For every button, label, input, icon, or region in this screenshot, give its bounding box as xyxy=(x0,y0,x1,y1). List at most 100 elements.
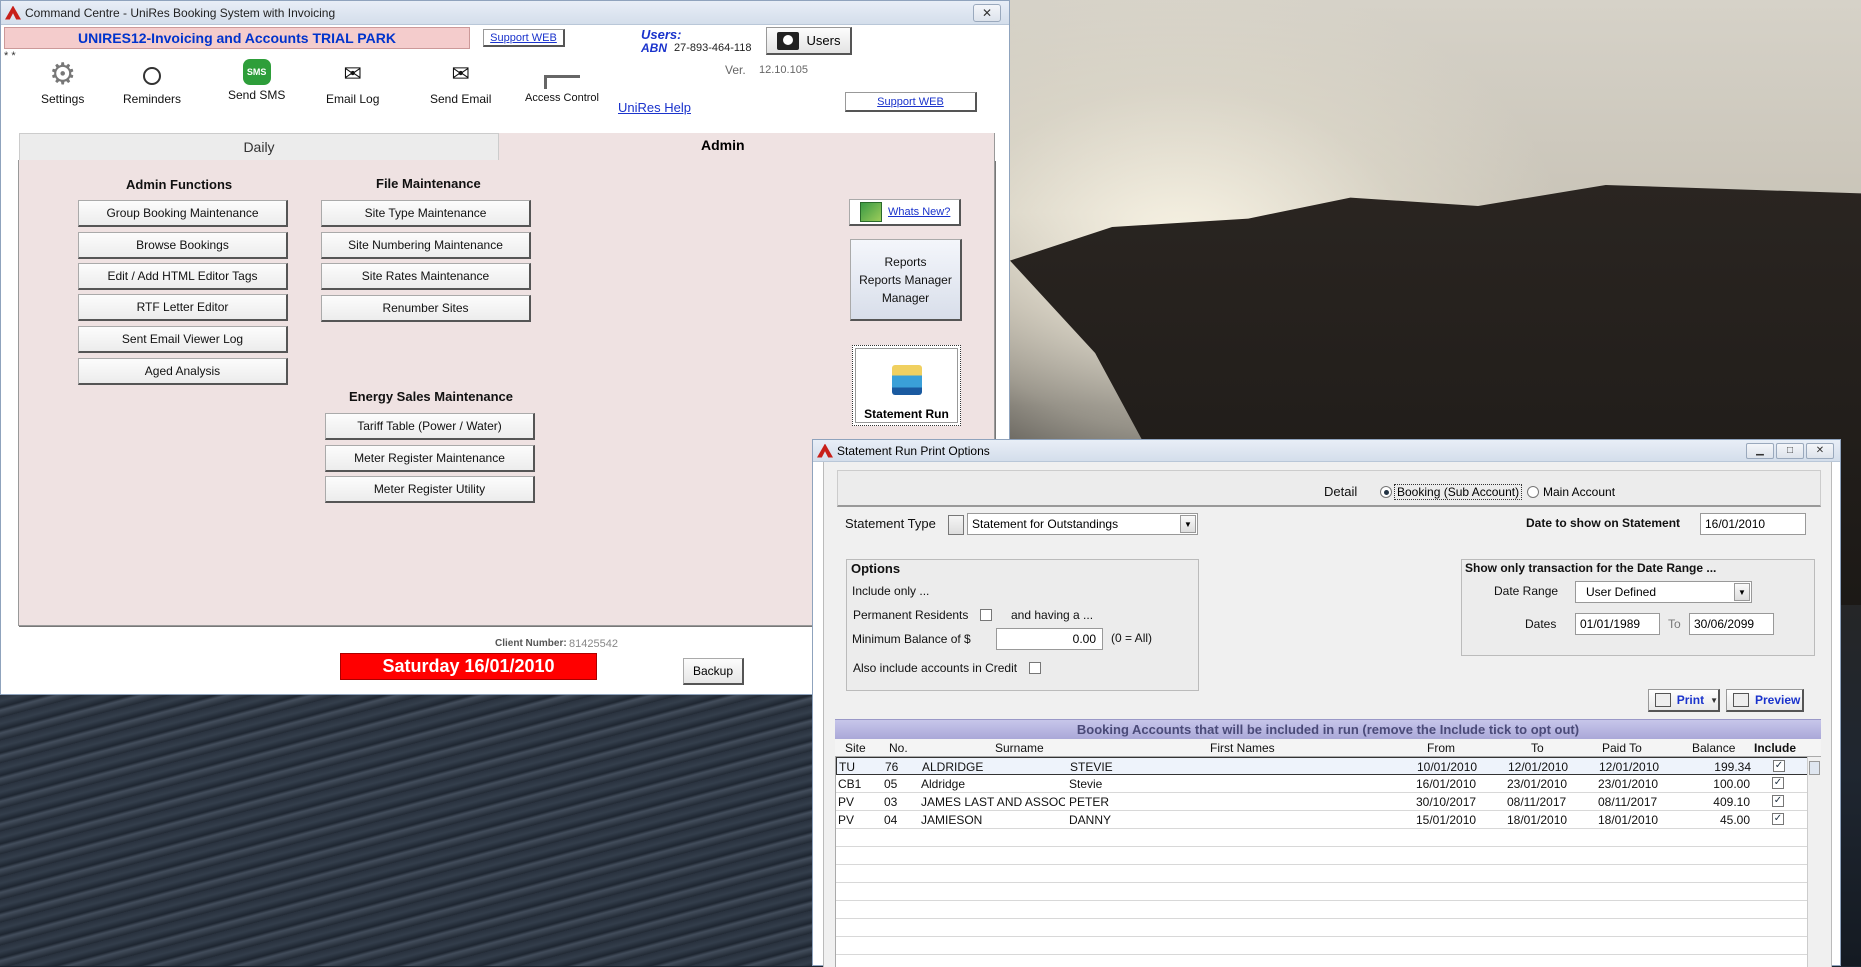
printer-icon xyxy=(1655,693,1671,707)
maximize-icon[interactable]: □ xyxy=(1776,442,1804,459)
site-rates-maintenance-button[interactable]: Site Rates Maintenance xyxy=(321,263,531,290)
minimize-icon[interactable]: ▁ xyxy=(1746,442,1774,459)
column-header-no[interactable]: No. xyxy=(889,741,908,755)
grid-scrollbar[interactable] xyxy=(1807,757,1821,967)
date-from-input[interactable]: 01/01/1989 xyxy=(1575,613,1660,635)
table-row[interactable]: CB1 05 Aldridge Stevie 16/01/2010 23/01/… xyxy=(836,775,1812,793)
column-header-paid-to[interactable]: Paid To xyxy=(1602,741,1642,755)
site-type-maintenance-button[interactable]: Site Type Maintenance xyxy=(321,200,531,227)
date-to-input[interactable]: 30/06/2099 xyxy=(1689,613,1774,635)
cell-surname: JAMIESON xyxy=(921,813,983,827)
permanent-residents-checkbox[interactable] xyxy=(980,609,992,621)
cell-no: 76 xyxy=(885,760,899,774)
print-button[interactable]: Print ▼ xyxy=(1648,689,1720,712)
whats-new-label: Whats New? xyxy=(888,206,951,218)
cell-paid-to: 12/01/2010 xyxy=(1599,760,1660,774)
statement-type-value: Statement for Outstandings xyxy=(972,517,1119,531)
scrollbar-thumb[interactable] xyxy=(1809,761,1820,775)
toolbar-email-log[interactable]: ✉ Email Log xyxy=(326,59,379,106)
preview-button[interactable]: Preview xyxy=(1726,689,1804,712)
column-header-surname[interactable]: Surname xyxy=(995,741,1044,755)
tariff-table-button[interactable]: Tariff Table (Power / Water) xyxy=(325,413,535,440)
users-button[interactable]: Users xyxy=(766,27,852,55)
column-header-from[interactable]: From xyxy=(1427,741,1455,755)
cell-balance: 409.10 xyxy=(1713,795,1750,809)
include-checkbox[interactable]: ✓ xyxy=(1772,777,1784,789)
detail-main-account-label[interactable]: Main Account xyxy=(1543,485,1615,499)
column-header-include[interactable]: Include xyxy=(1754,741,1796,755)
print-label: Print xyxy=(1676,693,1705,707)
table-row[interactable]: PV 03 JAMES LAST AND ASSOCI PETER 30/10/… xyxy=(836,793,1812,811)
empty-row xyxy=(836,865,1812,883)
minimum-balance-input[interactable]: 0.00 xyxy=(996,628,1103,650)
reports-manager-button[interactable]: Reports Reports Manager Manager xyxy=(850,239,962,321)
statement-type-select[interactable]: Statement for Outstandings ▼ xyxy=(967,513,1198,535)
table-row[interactable]: PV 04 JAMIESON DANNY 15/01/2010 18/01/20… xyxy=(836,811,1812,829)
cell-paid-to: 18/01/2010 xyxy=(1598,813,1659,827)
browse-bookings-button[interactable]: Browse Bookings xyxy=(78,232,288,259)
whats-new-button[interactable]: Whats New? xyxy=(849,199,961,226)
toolbar-access-control[interactable]: Access Control xyxy=(525,59,599,104)
renumber-sites-button[interactable]: Renumber Sites xyxy=(321,295,531,322)
reports-line: Reports xyxy=(884,254,927,269)
access-gate-icon xyxy=(543,75,580,89)
version-value: 12.10.105 xyxy=(759,64,808,76)
backup-button[interactable]: Backup xyxy=(683,658,744,685)
cell-from: 30/10/2017 xyxy=(1416,795,1477,809)
column-header-to[interactable]: To xyxy=(1531,741,1544,755)
site-numbering-maintenance-button[interactable]: Site Numbering Maintenance xyxy=(321,232,531,259)
column-header-balance[interactable]: Balance xyxy=(1692,741,1735,755)
toolbar-send-sms[interactable]: SMS Send SMS xyxy=(228,59,285,102)
unires-help-link[interactable]: UniRes Help xyxy=(618,100,691,115)
chevron-down-icon[interactable]: ▼ xyxy=(1180,515,1196,533)
file-maintenance-heading: File Maintenance xyxy=(376,176,481,191)
preview-label: Preview xyxy=(1755,693,1801,707)
users-label: Users: xyxy=(641,27,682,42)
support-web-link-right[interactable]: Support WEB xyxy=(845,92,977,112)
also-include-credit-checkbox[interactable] xyxy=(1029,662,1041,674)
sent-email-viewer-log-button[interactable]: Sent Email Viewer Log xyxy=(78,326,288,353)
toolbar-label: Reminders xyxy=(123,92,182,106)
magnifier-icon xyxy=(1733,693,1749,707)
toolbar-send-email[interactable]: ✉ Send Email xyxy=(430,59,491,106)
toolbar-settings[interactable]: ⚙ Settings xyxy=(41,58,84,107)
date-on-statement-input[interactable]: 16/01/2010 xyxy=(1700,513,1806,535)
edit-html-editor-tags-button[interactable]: Edit / Add HTML Editor Tags xyxy=(78,263,288,290)
group-booking-maintenance-button[interactable]: Group Booking Maintenance xyxy=(78,200,288,227)
and-having-label: and having a ... xyxy=(1011,608,1094,622)
support-web-link-top[interactable]: Support WEB xyxy=(483,29,565,47)
close-icon[interactable]: ✕ xyxy=(1806,442,1834,459)
aged-analysis-button[interactable]: Aged Analysis xyxy=(78,358,288,385)
chevron-down-icon[interactable]: ▼ xyxy=(1734,583,1750,601)
include-checkbox[interactable]: ✓ xyxy=(1773,760,1785,772)
energy-sales-heading: Energy Sales Maintenance xyxy=(349,389,514,404)
table-row[interactable]: TU 76 ALDRIDGE STEVIE 10/01/2010 12/01/2… xyxy=(836,757,1812,775)
tab-admin[interactable]: Admin xyxy=(701,137,745,153)
unires-logo-icon xyxy=(817,443,833,458)
date-range-select[interactable]: User Defined ▼ xyxy=(1575,581,1752,603)
tab-daily[interactable]: Daily xyxy=(19,133,499,160)
statement-run-titlebar[interactable]: Statement Run Print Options ▁ □ ✕ xyxy=(813,440,1840,462)
cell-surname: Aldridge xyxy=(921,777,966,791)
column-header-site[interactable]: Site xyxy=(845,741,866,755)
include-only-label: Include only ... xyxy=(852,584,930,598)
detail-booking-label[interactable]: Booking (Sub Account) xyxy=(1394,484,1523,500)
close-icon[interactable]: ✕ xyxy=(973,3,1001,22)
column-header-first-names[interactable]: First Names xyxy=(1210,741,1275,755)
date-range-value: User Defined xyxy=(1586,585,1657,599)
statement-run-button[interactable]: Statement Run xyxy=(852,345,961,426)
meter-register-utility-button[interactable]: Meter Register Utility xyxy=(325,476,535,503)
empty-row xyxy=(836,847,1812,865)
statement-run-window: Statement Run Print Options ▁ □ ✕ Detail… xyxy=(812,439,1841,967)
toolbar-reminders[interactable]: Reminders xyxy=(123,59,181,106)
meter-register-maintenance-button[interactable]: Meter Register Maintenance xyxy=(325,445,535,472)
rtf-letter-editor-button[interactable]: RTF Letter Editor xyxy=(78,294,288,321)
detail-main-account-radio[interactable] xyxy=(1527,486,1539,498)
also-include-credit-label: Also include accounts in Credit xyxy=(853,661,1018,675)
cell-to: 23/01/2010 xyxy=(1507,777,1568,791)
command-centre-titlebar[interactable]: Command Centre - UniRes Booking System w… xyxy=(1,1,1009,25)
include-checkbox[interactable]: ✓ xyxy=(1772,795,1784,807)
detail-booking-radio[interactable] xyxy=(1380,486,1392,498)
include-checkbox[interactable]: ✓ xyxy=(1772,813,1784,825)
cell-balance: 100.00 xyxy=(1713,777,1750,791)
